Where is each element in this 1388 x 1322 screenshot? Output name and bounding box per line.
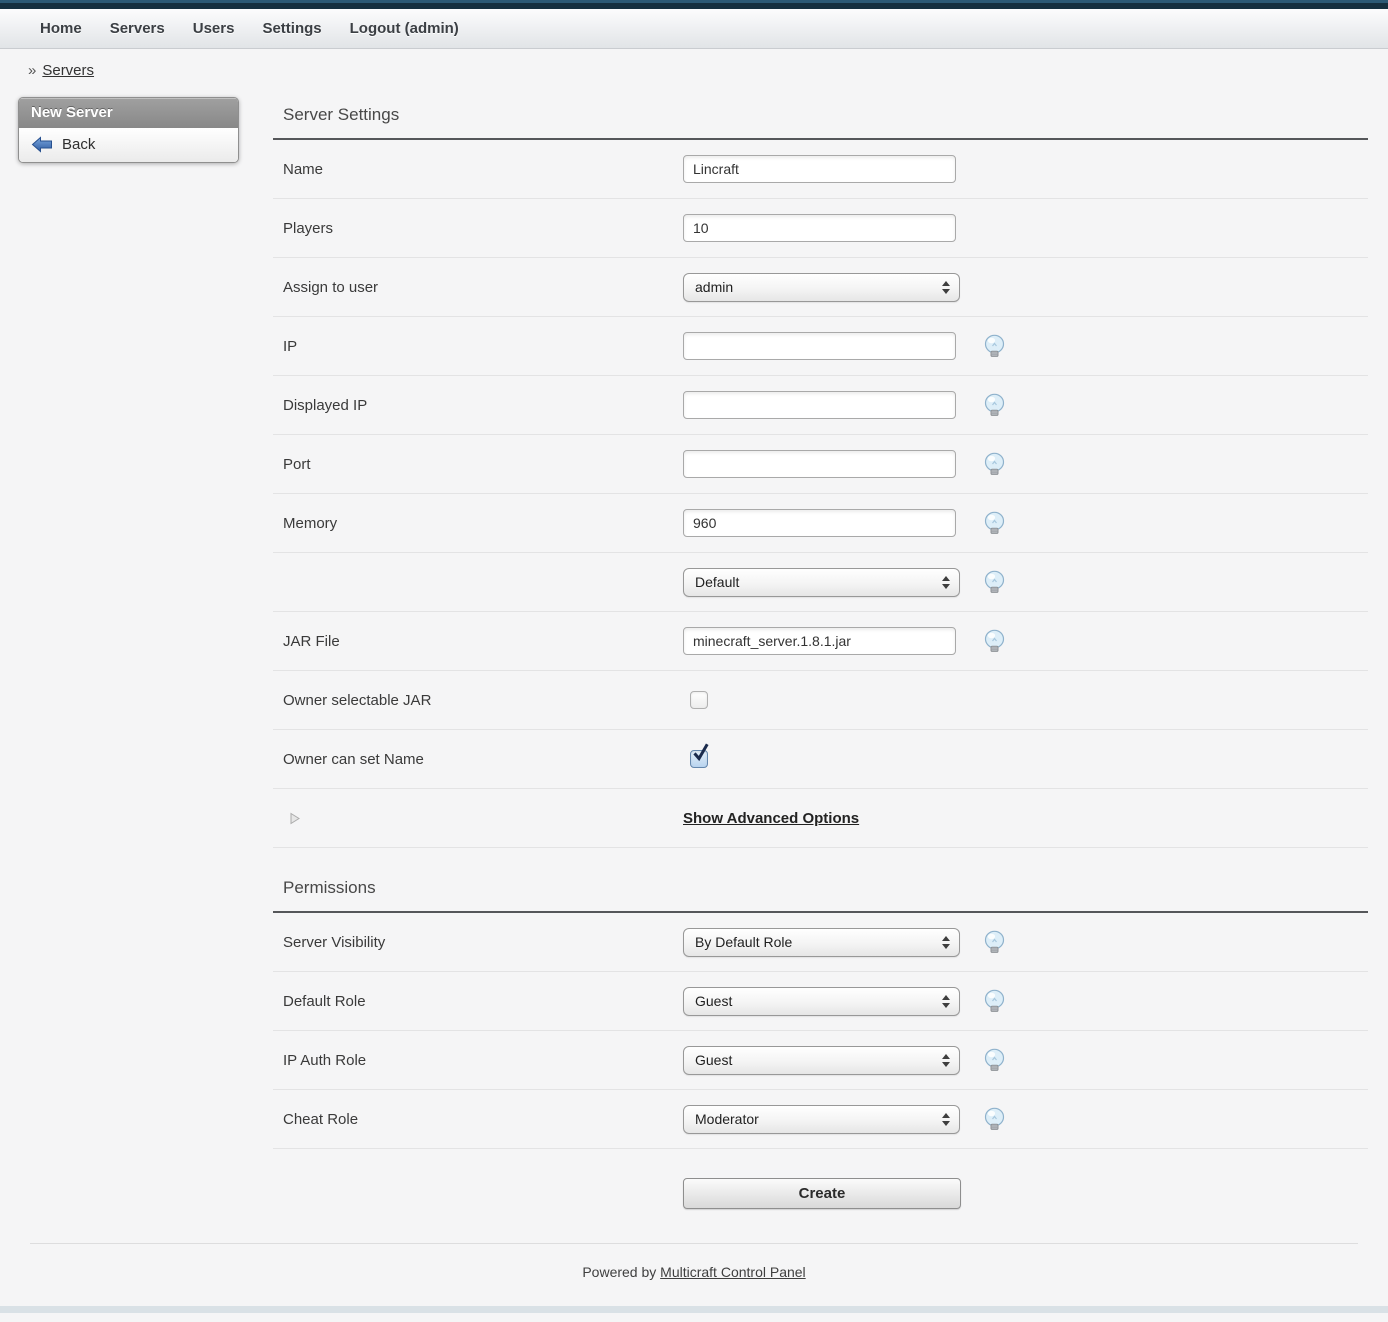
help-bulb-icon[interactable]	[983, 452, 1006, 476]
memory-label: Memory	[273, 515, 683, 532]
breadcrumb: » Servers	[0, 49, 1388, 89]
help-bulb-icon[interactable]	[983, 393, 1006, 417]
ip-label: IP	[273, 338, 683, 355]
back-arrow-icon[interactable]	[31, 136, 53, 153]
owner-can-set-name-label: Owner can set Name	[273, 751, 683, 768]
memory-input[interactable]	[683, 509, 956, 537]
assign-to-user-select[interactable]: admin	[683, 273, 960, 302]
window-bottom-strip	[0, 1306, 1388, 1313]
select-arrows-icon	[942, 995, 950, 1008]
panel-title: New Server	[19, 98, 238, 128]
nav-item-home[interactable]: Home	[26, 20, 96, 37]
breadcrumb-marker: »	[28, 62, 36, 79]
ip-input[interactable]	[683, 332, 956, 360]
nav-item-servers[interactable]: Servers	[96, 20, 179, 37]
row-players: Players	[273, 199, 1368, 258]
row-memory-preset: Default	[273, 553, 1368, 612]
row-ip-auth-role: IP Auth Role Guest	[273, 1031, 1368, 1090]
ip-auth-role-select[interactable]: Guest	[683, 1046, 960, 1075]
name-input[interactable]	[683, 155, 956, 183]
help-bulb-icon[interactable]	[983, 570, 1006, 594]
jar-file-label: JAR File	[273, 633, 683, 650]
select-arrows-icon	[942, 576, 950, 589]
assign-to-user-selected-value: admin	[695, 279, 733, 295]
ip-auth-role-label: IP Auth Role	[273, 1052, 683, 1069]
select-arrows-icon	[942, 936, 950, 949]
create-button[interactable]: Create	[683, 1178, 961, 1209]
disclosure-triangle-icon[interactable]	[290, 812, 300, 825]
owner-can-set-name-checkbox[interactable]	[690, 750, 708, 768]
owner-selectable-jar-label: Owner selectable JAR	[273, 692, 683, 709]
select-arrows-icon	[942, 281, 950, 294]
help-bulb-icon[interactable]	[983, 1048, 1006, 1072]
players-label: Players	[273, 220, 683, 237]
row-displayed-ip: Displayed IP	[273, 376, 1368, 435]
row-cheat-role: Cheat Role Moderator	[273, 1090, 1368, 1149]
help-bulb-icon[interactable]	[983, 930, 1006, 954]
select-arrows-icon	[942, 1113, 950, 1126]
server-settings-heading: Server Settings	[273, 89, 1368, 138]
breadcrumb-servers-link[interactable]: Servers	[42, 62, 94, 79]
back-link[interactable]: Back	[62, 136, 95, 153]
server-visibility-select[interactable]: By Default Role	[683, 928, 960, 957]
assign-to-user-label: Assign to user	[273, 279, 683, 296]
select-arrows-icon	[942, 1054, 950, 1067]
row-create: Create	[273, 1149, 1368, 1237]
main-content: Server Settings Name Players Assign to u…	[273, 89, 1368, 1237]
row-server-visibility: Server Visibility By Default Role	[273, 913, 1368, 972]
nav-item-users[interactable]: Users	[179, 20, 249, 37]
server-visibility-selected-value: By Default Role	[695, 934, 792, 950]
show-advanced-options-link[interactable]: Show Advanced Options	[683, 810, 859, 827]
row-owner-can-set-name: Owner can set Name	[273, 730, 1368, 789]
memory-preset-select[interactable]: Default	[683, 568, 960, 597]
cheat-role-select[interactable]: Moderator	[683, 1105, 960, 1134]
row-owner-selectable-jar: Owner selectable JAR	[273, 671, 1368, 730]
back-row[interactable]: Back	[19, 128, 238, 162]
nav-item-settings[interactable]: Settings	[248, 20, 335, 37]
port-label: Port	[273, 456, 683, 473]
row-port: Port	[273, 435, 1368, 494]
row-ip: IP	[273, 317, 1368, 376]
owner-selectable-jar-checkbox[interactable]	[690, 691, 708, 709]
row-advanced-options: Show Advanced Options	[273, 789, 1368, 848]
cheat-role-selected-value: Moderator	[695, 1111, 759, 1127]
help-bulb-icon[interactable]	[983, 334, 1006, 358]
new-server-panel: New Server Back	[18, 97, 239, 163]
row-assign-to-user: Assign to user admin	[273, 258, 1368, 317]
row-memory: Memory	[273, 494, 1368, 553]
help-bulb-icon[interactable]	[983, 1107, 1006, 1131]
window-top-strip	[0, 0, 1388, 9]
name-label: Name	[273, 161, 683, 178]
multicraft-link[interactable]: Multicraft Control Panel	[660, 1264, 806, 1280]
displayed-ip-input[interactable]	[683, 391, 956, 419]
row-name: Name	[273, 140, 1368, 199]
main-nav: Home Servers Users Settings Logout (admi…	[0, 9, 1388, 49]
permissions-heading: Permissions	[273, 848, 1368, 911]
help-bulb-icon[interactable]	[983, 511, 1006, 535]
row-jar-file: JAR File	[273, 612, 1368, 671]
row-default-role: Default Role Guest	[273, 972, 1368, 1031]
default-role-selected-value: Guest	[695, 993, 732, 1009]
port-input[interactable]	[683, 450, 956, 478]
help-bulb-icon[interactable]	[983, 989, 1006, 1013]
powered-by-text: Powered by	[582, 1264, 656, 1280]
ip-auth-role-selected-value: Guest	[695, 1052, 732, 1068]
default-role-select[interactable]: Guest	[683, 987, 960, 1016]
help-bulb-icon[interactable]	[983, 629, 1006, 653]
server-visibility-label: Server Visibility	[273, 934, 683, 951]
displayed-ip-label: Displayed IP	[273, 397, 683, 414]
players-input[interactable]	[683, 214, 956, 242]
cheat-role-label: Cheat Role	[273, 1111, 683, 1128]
default-role-label: Default Role	[273, 993, 683, 1010]
nav-item-logout[interactable]: Logout (admin)	[336, 20, 473, 37]
checkmark-icon	[693, 745, 709, 761]
footer: Powered by Multicraft Control Panel	[0, 1244, 1388, 1306]
memory-preset-selected-value: Default	[695, 574, 739, 590]
jar-file-input[interactable]	[683, 627, 956, 655]
